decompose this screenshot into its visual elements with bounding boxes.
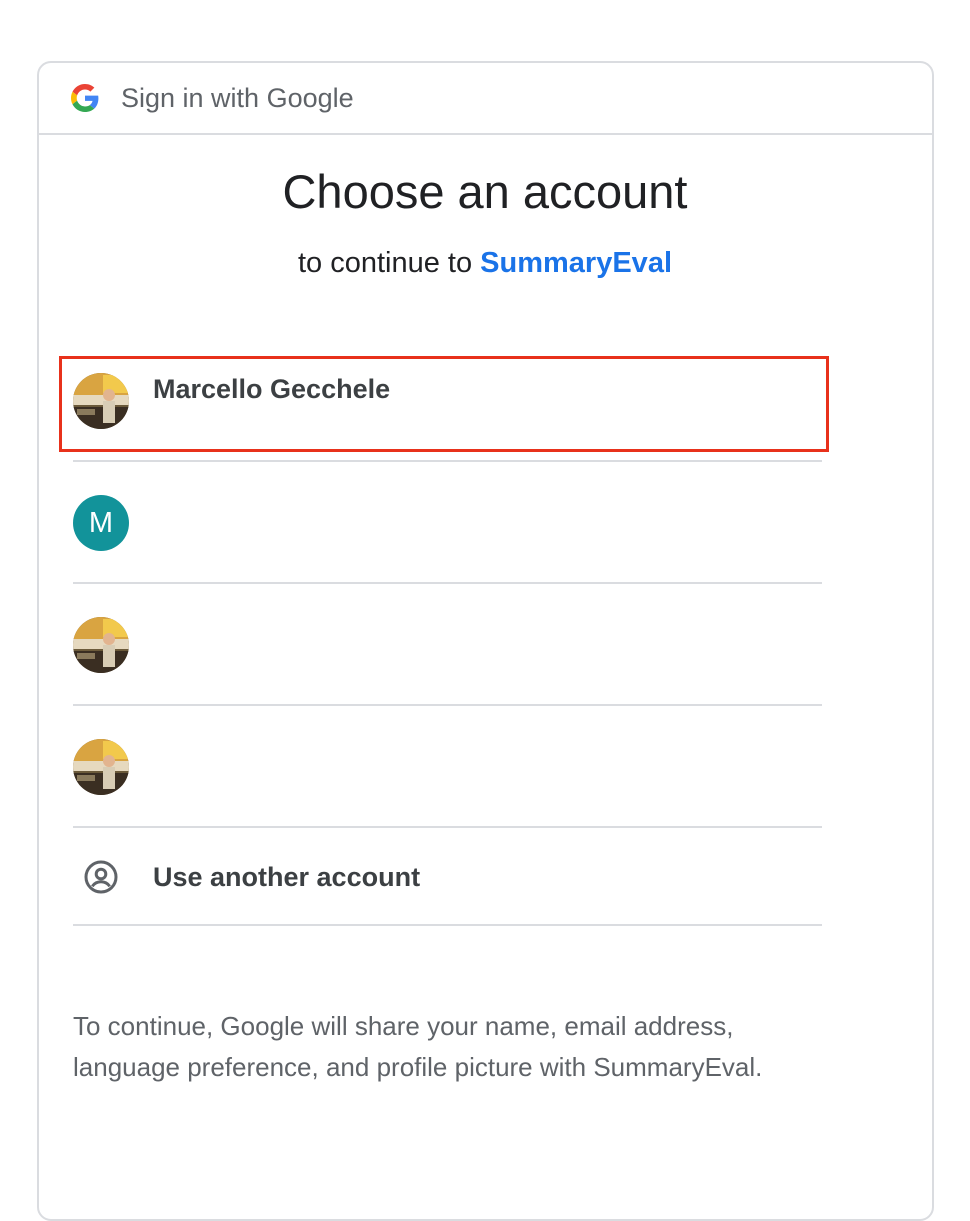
use-another-account-label: Use another account: [153, 862, 421, 892]
page-title: Choose an account: [282, 165, 688, 218]
header-title: Sign in with Google: [121, 82, 354, 113]
subtitle: to continue to SummaryEval: [0, 247, 970, 280]
app-name-link[interactable]: SummaryEval: [480, 247, 672, 279]
account-row[interactable]: M: [73, 462, 822, 584]
privacy-disclaimer: To continue, Google will share your name…: [73, 1011, 763, 1082]
account-list: Marcello Gecchele M Use another account: [59, 340, 829, 926]
account-name: Marcello Gecchele: [153, 374, 391, 404]
avatar: [73, 739, 129, 795]
account-row[interactable]: Marcello Gecchele: [59, 340, 829, 462]
avatar: [73, 617, 129, 673]
account-row[interactable]: [73, 584, 822, 706]
avatar: [73, 373, 129, 429]
avatar: M: [73, 495, 129, 551]
account-row[interactable]: [73, 706, 822, 828]
dialog-header: Sign in with Google: [39, 63, 932, 135]
subtitle-prefix: to continue to: [297, 247, 481, 279]
use-another-account-button[interactable]: Use another account: [73, 828, 822, 926]
google-g-icon: [71, 84, 99, 112]
account-circle-icon: [83, 859, 119, 895]
